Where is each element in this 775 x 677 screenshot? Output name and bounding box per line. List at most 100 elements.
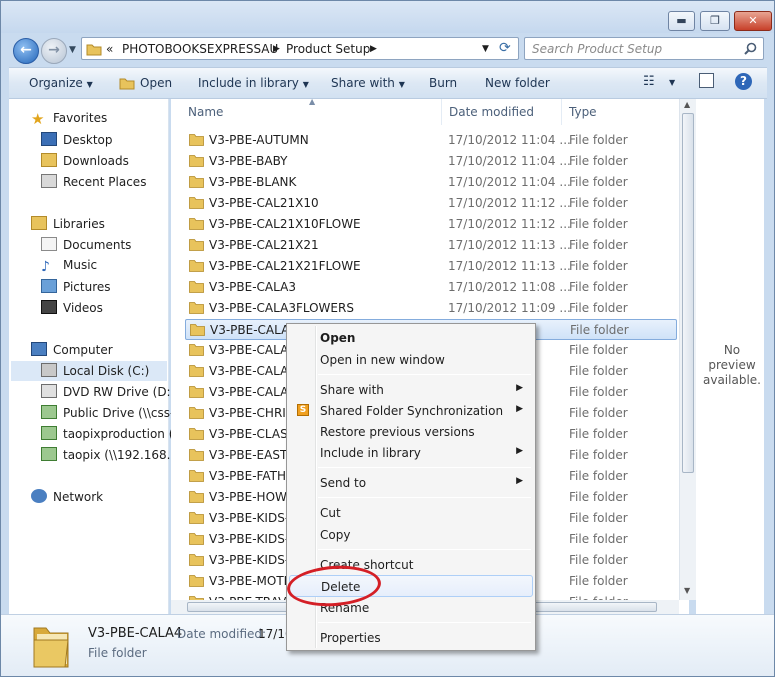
file-row[interactable]: V3-PBE-AUTUMN 17/10/2012 11:04 ... File fo… — [185, 130, 677, 151]
nav-music[interactable]: ♪ Music — [41, 258, 97, 278]
column-header-date[interactable]: Date modified — [442, 99, 562, 125]
file-row[interactable]: V3-PBE-CALA3 17/10/2012 11:08 ... File fol… — [185, 277, 677, 298]
file-row[interactable]: V3-PBE-BLANK 17/10/2012 11:04 ... File fol… — [185, 172, 677, 193]
nav-computer[interactable]: Computer — [31, 342, 113, 362]
maximize-button[interactable]: ❐ — [700, 11, 730, 31]
scroll-down-icon[interactable]: ▼ — [684, 586, 690, 595]
nav-libraries[interactable]: Libraries — [31, 216, 105, 236]
file-row[interactable]: V3-PBE-CAL21X21 17/10/2012 11:13 ... File … — [185, 235, 677, 256]
column-header-type[interactable]: Type — [562, 99, 689, 125]
burn-button[interactable]: Burn — [429, 76, 457, 90]
nav-recent-places[interactable]: Recent Places — [41, 174, 146, 194]
preview-pane: No preview available. — [696, 99, 764, 614]
nav-videos[interactable]: Videos — [41, 300, 103, 320]
nav-taopix[interactable]: taopix (\\192.168.0.7 — [41, 447, 190, 467]
menu-share-with[interactable]: Share with ▶ — [289, 379, 533, 401]
menu-properties[interactable]: Properties — [289, 627, 533, 649]
search-icon[interactable] — [744, 42, 757, 55]
chevron-right-icon[interactable]: ▶ — [370, 44, 377, 54]
file-row[interactable]: V3-PBE-BABY 17/10/2012 11:04 ... File fold… — [185, 151, 677, 172]
folder-icon — [189, 302, 204, 314]
file-row[interactable]: V3-PBE-CAL21X21FLOWE 17/10/2012 11:13 ...… — [185, 256, 677, 277]
column-header-name[interactable]: Name ▲ — [171, 97, 442, 125]
navigation-pane: ★ Favorites Desktop Downloads Recent Plac… — [9, 99, 190, 614]
submenu-arrow-icon: ▶ — [516, 446, 523, 456]
nav-taopixproduction[interactable]: taopixproduction (\\ — [41, 426, 181, 446]
minimize-button[interactable]: ▬ — [668, 11, 695, 31]
menu-copy[interactable]: Copy — [289, 524, 533, 546]
address-bar[interactable]: « PHOTOBOOKSEXPRESSAU ▶ Product Setup ▶ … — [81, 37, 519, 60]
file-type: File folder — [569, 469, 628, 483]
menu-shared-folder-sync[interactable]: S Shared Folder Synchronization ▶ — [289, 400, 533, 422]
refresh-icon[interactable]: ⟳ — [499, 40, 511, 56]
new-folder-button[interactable]: New folder — [485, 76, 550, 90]
submenu-arrow-icon: ▶ — [516, 404, 523, 414]
title-bar: ▬ ❐ ✕ — [1, 1, 774, 33]
menu-open-new-window[interactable]: Open in new window — [289, 349, 533, 371]
file-name: V3-PBE-BABY — [209, 154, 288, 168]
nav-pictures[interactable]: Pictures — [41, 279, 111, 299]
scroll-thumb[interactable] — [682, 113, 694, 473]
file-type: File folder — [569, 259, 628, 273]
folder-icon — [189, 344, 204, 356]
nav-desktop[interactable]: Desktop — [41, 132, 113, 152]
file-row[interactable]: V3-PBE-CAL21X10 17/10/2012 11:12 ... File … — [185, 193, 677, 214]
nav-downloads[interactable]: Downloads — [41, 153, 129, 173]
submenu-arrow-icon: ▶ — [516, 383, 523, 393]
breadcrumb-photobooksexpressau[interactable]: PHOTOBOOKSEXPRESSAU — [122, 42, 278, 56]
breadcrumb-product-setup[interactable]: Product Setup — [286, 42, 370, 56]
file-name: V3-PBE-CAL21X21 — [209, 238, 319, 252]
menu-cut[interactable]: Cut — [289, 502, 533, 524]
menu-open[interactable]: Open — [289, 327, 533, 349]
file-type: File folder — [569, 133, 628, 147]
nav-documents[interactable]: Documents — [41, 237, 131, 257]
file-type: File folder — [570, 323, 629, 337]
menu-send-to[interactable]: Send to ▶ — [289, 472, 533, 494]
search-input[interactable]: Search Product Setup — [524, 37, 764, 60]
share-with-menu[interactable]: Share with ▼ — [331, 76, 405, 90]
forward-button[interactable]: → — [41, 38, 67, 64]
nav-public-drive[interactable]: Public Drive (\\css-s — [41, 405, 181, 425]
menu-restore-previous-versions[interactable]: Restore previous versions — [289, 421, 533, 443]
file-date: 17/10/2012 11:13 ... — [448, 238, 571, 252]
computer-icon — [31, 342, 47, 356]
folder-icon — [189, 512, 204, 524]
back-button[interactable]: ← — [13, 38, 39, 64]
file-type: File folder — [569, 280, 628, 294]
chevron-right-icon[interactable]: ▶ — [273, 44, 280, 54]
details-name: V3-PBE-CALA4 — [88, 626, 183, 641]
folder-icon — [86, 44, 102, 56]
file-date: 17/10/2012 11:04 ... — [448, 133, 571, 147]
videos-icon — [41, 300, 57, 314]
scroll-up-icon[interactable]: ▲ — [684, 100, 690, 109]
nav-network[interactable]: Network — [31, 489, 103, 509]
address-dropdown-icon[interactable]: ▼ — [482, 44, 489, 54]
view-dropdown-icon[interactable]: ▼ — [669, 78, 675, 87]
file-date: 17/10/2012 11:13 ... — [448, 259, 571, 273]
nav-favorites[interactable]: ★ Favorites — [31, 111, 107, 131]
close-button[interactable]: ✕ — [734, 11, 772, 31]
organize-menu[interactable]: Organize ▼ — [29, 76, 93, 90]
file-type: File folder — [569, 301, 628, 315]
view-options-icon[interactable]: ☷ — [643, 74, 655, 89]
file-name: V3-PBE-CAL21X10FLOWE — [209, 217, 361, 231]
file-date: 17/10/2012 11:09 ... — [448, 301, 571, 315]
file-row[interactable]: V3-PBE-CALA3FLOWERS 17/10/2012 11:09 ... F… — [185, 298, 677, 319]
preview-pane-icon[interactable] — [699, 73, 714, 88]
menu-include-in-library[interactable]: Include in library ▶ — [289, 442, 533, 464]
file-name: V3-PBE-AUTUMN — [209, 133, 309, 147]
open-button[interactable]: Open — [140, 76, 172, 90]
help-icon[interactable]: ? — [735, 73, 752, 90]
pictures-icon — [41, 279, 57, 293]
details-type: File folder — [88, 646, 147, 660]
local-disk-icon — [41, 363, 57, 377]
include-in-library-menu[interactable]: Include in library ▼ — [198, 76, 309, 90]
nav-dvd-drive[interactable]: DVD RW Drive (D:) C — [41, 384, 187, 404]
vertical-scrollbar[interactable]: ▲ ▼ — [679, 99, 696, 600]
folder-icon — [189, 260, 204, 272]
recent-places-icon — [41, 174, 57, 188]
file-row[interactable]: V3-PBE-CAL21X10FLOWE 17/10/2012 11:12 ...… — [185, 214, 677, 235]
address-overflow[interactable]: « — [106, 42, 113, 56]
nav-local-disk[interactable]: Local Disk (C:) — [11, 361, 167, 381]
recent-pages-chevron-icon[interactable]: ▼ — [69, 45, 76, 55]
